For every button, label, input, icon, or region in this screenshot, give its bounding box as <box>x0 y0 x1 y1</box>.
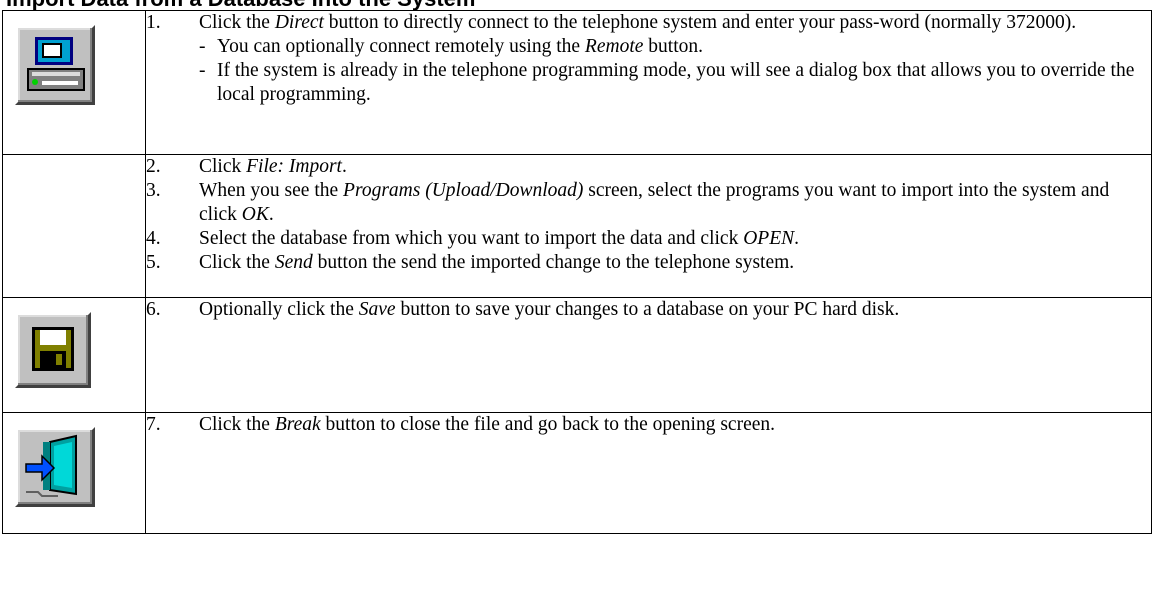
step-item: 1. Click the Direct button to directly co… <box>146 11 1151 35</box>
step-number: 4. <box>146 228 161 249</box>
sub-item: - If the system is already in the telepho… <box>199 60 1135 105</box>
step-text-cell: 6. Optionally click the Save button to sa… <box>145 297 1152 413</box>
ok-term: OK <box>241 204 269 225</box>
step-text: Click the <box>199 12 275 33</box>
table-row: 7. Click the Break button to close the fi… <box>2 412 1152 534</box>
step-item: 4. Select the database from which you wan… <box>146 228 799 249</box>
break-term: Break <box>274 414 321 435</box>
step-number: 6. <box>146 299 161 320</box>
step-number: 3. <box>146 180 161 201</box>
programs-screen-term: Programs (Upload/Download) <box>343 180 584 201</box>
table-row: 6. Optionally click the Save button to sa… <box>2 297 1152 413</box>
step-text-cell: 2. Click File: Import. 3. When you see the… <box>145 154 1152 298</box>
step-item: 6. Optionally click the Save button to sa… <box>146 299 900 320</box>
icon-cell <box>2 297 146 413</box>
step-number: 2. <box>146 156 161 177</box>
save-button[interactable] <box>15 312 91 388</box>
sub-text: You can optionally connect remotely usin… <box>217 36 585 57</box>
step-text: button to directly connect to the teleph… <box>323 12 1077 33</box>
direct-connect-button[interactable] <box>15 25 95 105</box>
exit-door-icon <box>25 434 77 497</box>
step-text-cell: 1. Click the Direct button to directly co… <box>145 10 1152 155</box>
direct-term: Direct <box>274 12 324 33</box>
sub-text: button. <box>643 36 703 57</box>
step-text-cell: 7. Click the Break button to close the fi… <box>145 412 1152 534</box>
step-item: 3. When you see the Programs (Upload/Down… <box>146 180 1110 225</box>
step-number: 1. <box>146 12 161 33</box>
file-import-term: File: Import <box>246 156 342 177</box>
direct-connect-icon <box>27 37 85 91</box>
sub-item: - You can optionally connect remotely usi… <box>199 36 703 57</box>
icon-cell <box>2 10 146 155</box>
step-item: 2. Click File: Import. <box>146 156 347 177</box>
icon-cell <box>2 412 146 534</box>
instructions-table: 1. Click the Direct button to directly co… <box>2 10 1152 534</box>
step-item: 7. Click the Break button to close the fi… <box>146 414 775 435</box>
step-number: 5. <box>146 252 161 273</box>
icon-cell-empty <box>2 154 146 298</box>
step-item: 5. Click the Send button the send the imp… <box>146 252 795 273</box>
table-row: 2. Click File: Import. 3. When you see the… <box>2 154 1152 298</box>
remote-term: Remote <box>584 36 644 57</box>
section-heading-text: Import Data from a Database Into the Sys… <box>6 0 475 10</box>
sub-text: If the system is already in the telephon… <box>217 60 1135 105</box>
table-row: 1. Click the Direct button to directly co… <box>2 10 1152 155</box>
floppy-save-icon <box>32 327 74 371</box>
break-button[interactable] <box>15 427 95 507</box>
save-term: Save <box>358 299 396 320</box>
open-term: OPEN <box>743 228 795 249</box>
section-heading: Import Data from a Database Into the Sys… <box>0 0 1162 10</box>
step-number: 7. <box>146 414 161 435</box>
send-term: Send <box>274 252 313 273</box>
